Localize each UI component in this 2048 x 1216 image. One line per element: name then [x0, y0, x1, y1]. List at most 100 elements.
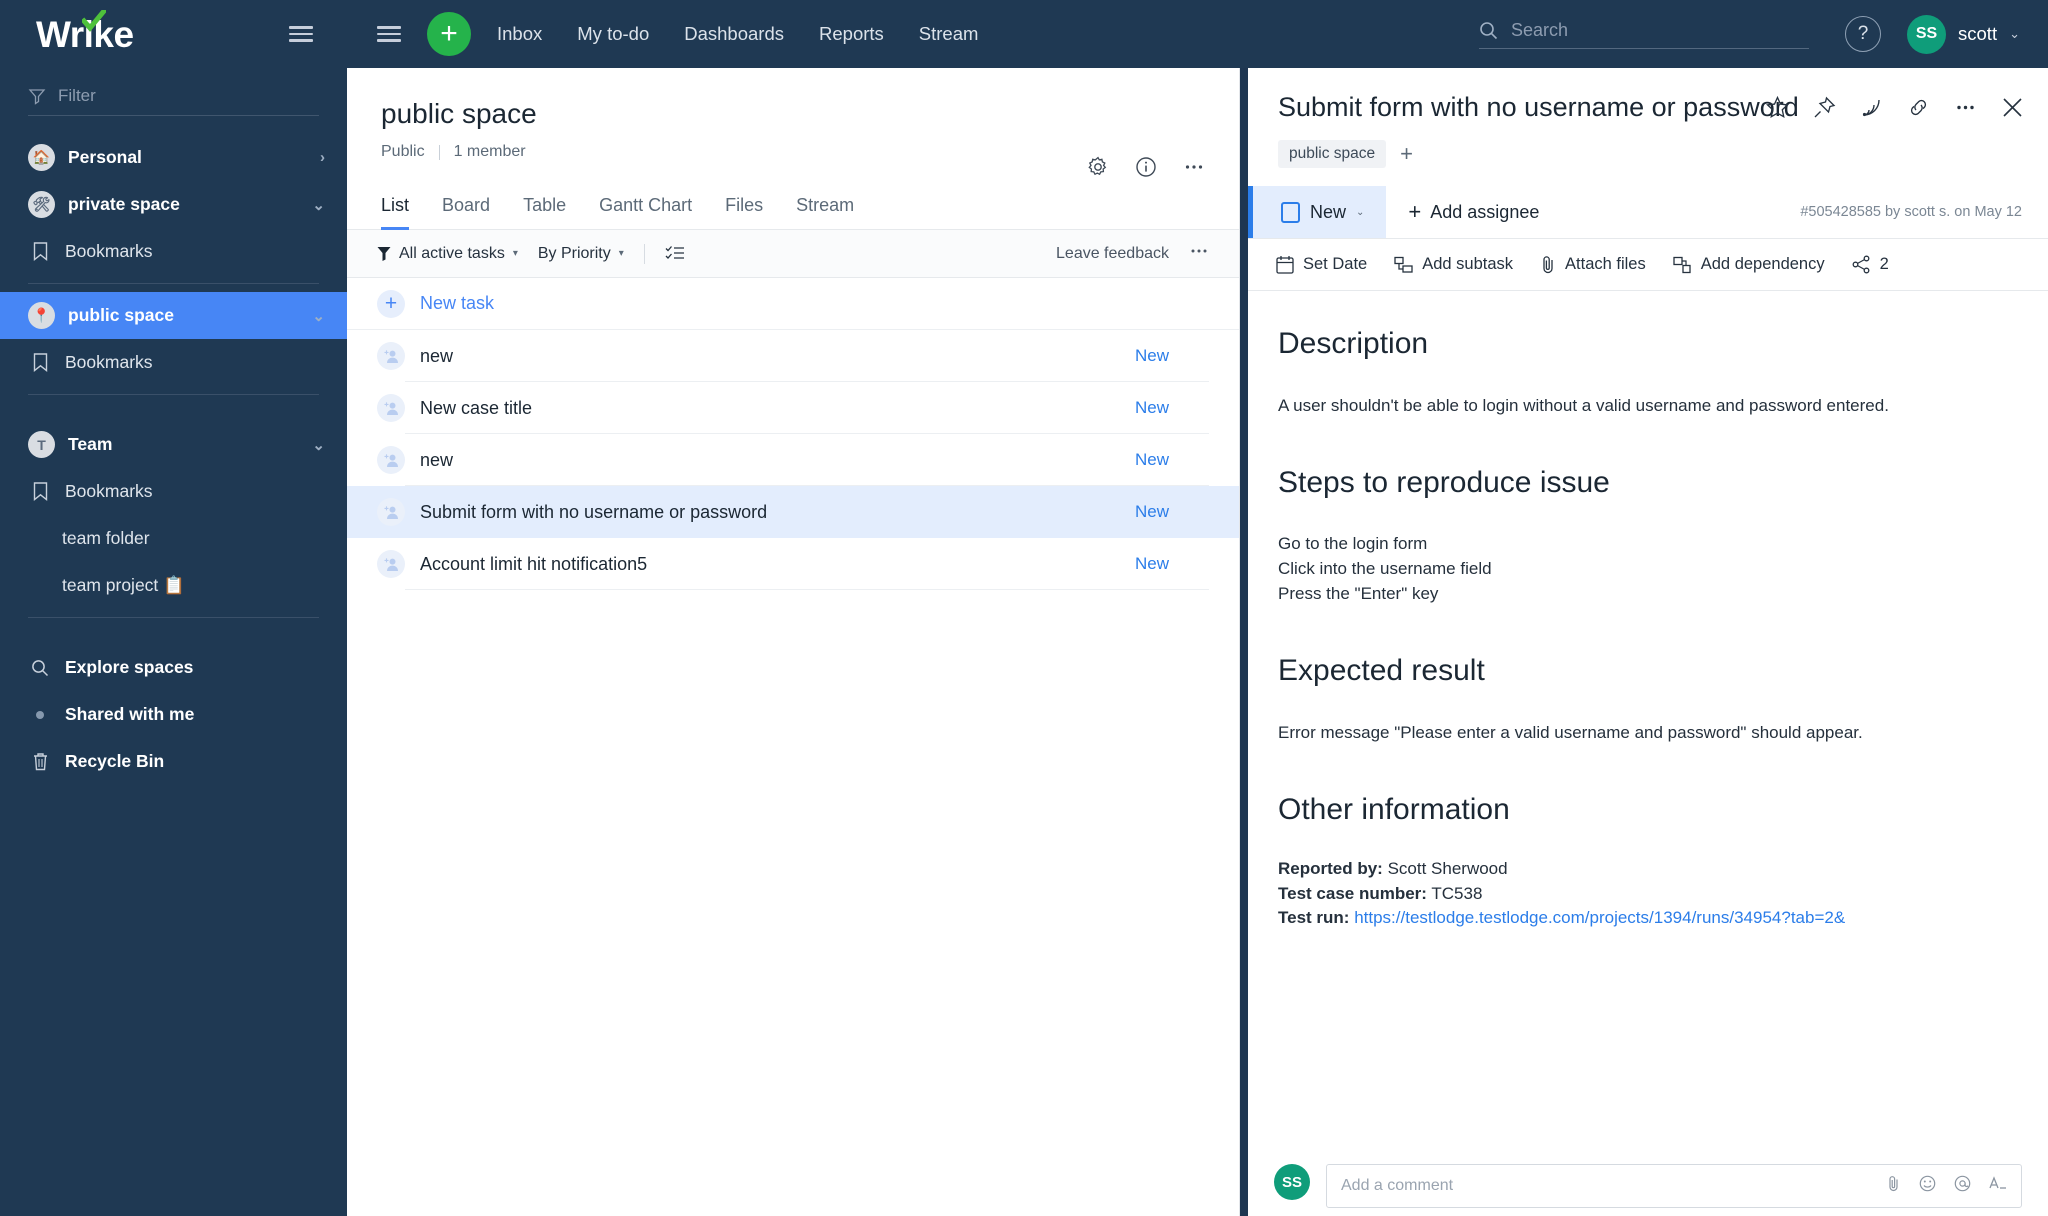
leave-feedback-link[interactable]: Leave feedback: [1056, 245, 1169, 263]
status-badge[interactable]: New: [1135, 554, 1209, 574]
table-row[interactable]: Submit form with no username or password…: [347, 486, 1239, 538]
share-button[interactable]: 2: [1852, 255, 1889, 274]
pin-icon[interactable]: [1813, 96, 1836, 119]
task-title: new: [420, 345, 454, 366]
set-date-button[interactable]: Set Date: [1276, 255, 1367, 274]
test-case-number-row: Test case number: TC538: [1278, 882, 2018, 906]
sidebar-item-shared-with-me[interactable]: Shared with me: [0, 691, 347, 738]
nav-stream[interactable]: Stream: [919, 23, 979, 45]
chevron-down-icon: ⌄: [312, 307, 325, 325]
pin-icon: 📍: [28, 302, 55, 329]
tab-board[interactable]: Board: [442, 195, 490, 229]
task-list-panel: public space Public 1 member List Board …: [347, 68, 1240, 1216]
nav-inbox[interactable]: Inbox: [497, 23, 542, 45]
link-icon[interactable]: [1907, 96, 1930, 119]
add-assignee-icon[interactable]: [377, 446, 405, 474]
table-row[interactable]: Account limit hit notification5 New: [347, 538, 1239, 590]
emoji-icon[interactable]: [1919, 1175, 1936, 1197]
sidebar-item-personal[interactable]: 🏠 Personal ›: [0, 134, 347, 181]
table-row[interactable]: new New: [347, 330, 1239, 382]
search-field[interactable]: Search: [1479, 20, 1810, 49]
help-button[interactable]: ?: [1845, 16, 1882, 52]
other-information-heading: Other information: [1278, 793, 1510, 827]
status-badge[interactable]: New: [1135, 346, 1209, 366]
sidebar-item-team[interactable]: T Team ⌄: [0, 421, 347, 468]
text-format-icon[interactable]: [1989, 1175, 2007, 1197]
new-task-label: New task: [420, 293, 495, 313]
wrike-logo[interactable]: Wrike: [36, 9, 134, 53]
chevron-down-icon: ⌄: [312, 436, 325, 454]
add-assignee-icon[interactable]: [377, 342, 405, 370]
add-assignee-icon[interactable]: [377, 498, 405, 526]
sidebar-item-private-space[interactable]: 🛠 private space ⌄: [0, 181, 347, 228]
menu-toggle-button[interactable]: [377, 26, 401, 42]
attach-files-button[interactable]: Attach files: [1540, 255, 1646, 274]
status-badge[interactable]: New: [1135, 450, 1209, 470]
star-icon[interactable]: [1766, 96, 1789, 119]
task-tags: public space +: [1278, 140, 2018, 169]
space-member-count: 1 member: [453, 143, 526, 160]
comment-input[interactable]: Add a comment: [1326, 1164, 2022, 1208]
task-detail-panel: Submit form with no username or password: [1248, 68, 2048, 1216]
mention-icon[interactable]: [1954, 1175, 1971, 1197]
nav-reports[interactable]: Reports: [819, 23, 884, 45]
tag-public-space[interactable]: public space: [1278, 140, 1387, 169]
sidebar-collapse-button[interactable]: [283, 20, 319, 48]
sidebar-item-label: Bookmarks: [65, 352, 153, 372]
sort-label: By Priority: [537, 244, 611, 262]
sidebar-item-public-space[interactable]: 📍 public space ⌄: [0, 292, 347, 339]
add-assignee-label: Add assignee: [1430, 201, 1540, 222]
test-run-key: Test run:: [1278, 908, 1350, 928]
sidebar-divider: [28, 617, 319, 618]
add-assignee-icon[interactable]: [377, 394, 405, 422]
sidebar-item-team-folder[interactable]: team folder: [0, 515, 347, 562]
test-run-link[interactable]: https://testlodge.testlodge.com/projects…: [1354, 908, 1845, 927]
add-dependency-button[interactable]: Add dependency: [1673, 255, 1825, 274]
sidebar-item-label: Bookmarks: [65, 241, 153, 261]
table-row[interactable]: new New: [347, 434, 1239, 486]
new-task-button[interactable]: + New task: [347, 278, 1239, 330]
status-badge[interactable]: New: [1135, 502, 1209, 522]
chevron-down-icon: ⌄: [1356, 206, 1365, 218]
filter-tasks-dropdown[interactable]: All active tasks ▾: [377, 245, 518, 263]
paperclip-icon[interactable]: [1886, 1175, 1901, 1197]
table-row[interactable]: New case title New: [347, 382, 1239, 434]
tab-stream[interactable]: Stream: [796, 195, 854, 229]
more-icon[interactable]: [1189, 241, 1209, 266]
info-icon[interactable]: [1135, 156, 1157, 178]
checklist-view-button[interactable]: [665, 245, 685, 263]
status-label: New: [1310, 201, 1347, 222]
add-subtask-button[interactable]: Add subtask: [1394, 255, 1513, 274]
tab-gantt-chart[interactable]: Gantt Chart: [599, 195, 692, 229]
sidebar-item-team-project[interactable]: team project 📋: [0, 562, 347, 609]
create-new-button[interactable]: +: [427, 12, 471, 56]
close-icon[interactable]: [2001, 96, 2024, 119]
comment-tools: [1886, 1175, 2007, 1197]
tab-list[interactable]: List: [381, 195, 410, 230]
status-dropdown[interactable]: New ⌄: [1248, 186, 1387, 239]
sort-dropdown[interactable]: By Priority ▾: [538, 245, 624, 263]
sidebar-item-bookmarks-team[interactable]: Bookmarks: [0, 468, 347, 515]
add-tag-button[interactable]: +: [1400, 143, 1413, 165]
tab-table[interactable]: Table: [523, 195, 566, 229]
sidebar-item-recycle-bin[interactable]: Recycle Bin: [0, 738, 347, 785]
add-assignee-button[interactable]: + Add assignee: [1408, 201, 1539, 223]
plus-icon: +: [377, 289, 405, 318]
task-action-bar: Set Date Add subtask Attach files Add de…: [1248, 239, 2048, 292]
meta-divider: [438, 144, 440, 160]
sidebar-item-bookmarks-private[interactable]: Bookmarks: [0, 228, 347, 275]
sidebar-item-explore-spaces[interactable]: Explore spaces: [0, 644, 347, 691]
more-icon[interactable]: [1954, 96, 1977, 119]
more-icon[interactable]: [1183, 156, 1205, 178]
sidebar-filter[interactable]: Filter: [28, 86, 319, 116]
space-header: public space Public 1 member: [347, 68, 1239, 161]
stream-icon[interactable]: [1860, 96, 1883, 119]
nav-my-to-do[interactable]: My to-do: [577, 23, 649, 45]
sidebar-item-bookmarks-public[interactable]: Bookmarks: [0, 339, 347, 386]
status-badge[interactable]: New: [1135, 398, 1209, 418]
tab-files[interactable]: Files: [725, 195, 763, 229]
user-menu[interactable]: SS scott ⌄: [1907, 14, 2020, 54]
add-assignee-icon[interactable]: [377, 550, 405, 578]
gear-icon[interactable]: [1087, 156, 1109, 178]
nav-dashboards[interactable]: Dashboards: [684, 23, 784, 45]
